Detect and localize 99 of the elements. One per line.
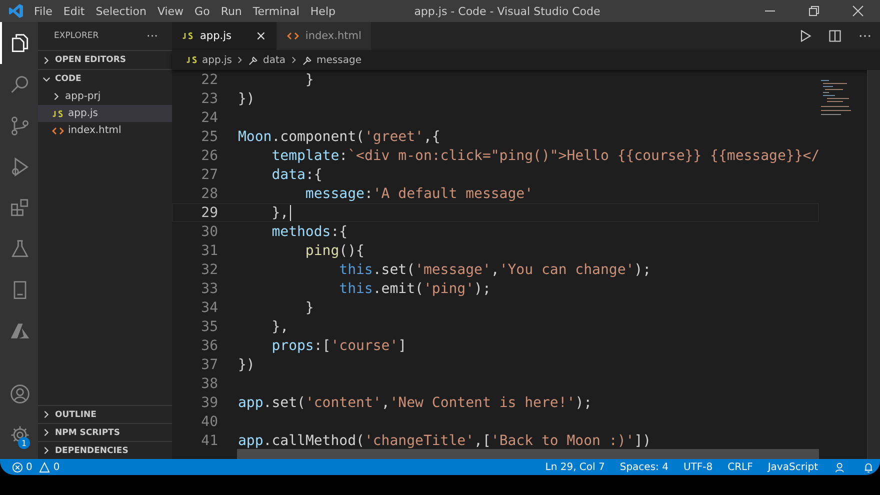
text-cursor — [290, 204, 291, 220]
line-number: 34 — [200, 300, 218, 316]
close-icon[interactable] — [852, 5, 864, 17]
code-line: } — [304, 300, 314, 316]
app-logo-icon — [8, 3, 24, 19]
status-item[interactable]: CRLF — [728, 462, 753, 472]
explorer-tree-item[interactable]: index.html — [38, 122, 172, 139]
menu-item[interactable]: File — [34, 4, 52, 18]
warning-icon[interactable] — [39, 462, 50, 472]
code-line: }, — [270, 318, 289, 334]
feedback-icon[interactable] — [835, 462, 846, 472]
branch-icon[interactable] — [9, 114, 31, 136]
line-number: 24 — [200, 110, 218, 126]
chevron-icon — [236, 56, 244, 64]
chevron-icon — [290, 56, 298, 64]
line-number: 35 — [200, 318, 218, 334]
line-number: 30 — [200, 224, 218, 240]
line-number: 41 — [200, 432, 218, 448]
line-number: 23 — [200, 90, 218, 106]
code-line: }) — [238, 356, 255, 372]
js-file-icon — [182, 32, 194, 40]
line-number: 39 — [200, 394, 218, 410]
code-line: message:'A default message' — [304, 186, 534, 202]
files-icon[interactable] — [9, 32, 31, 54]
code-line: }, — [270, 204, 289, 220]
status-item[interactable]: Spaces: 4 — [620, 462, 668, 472]
code-line: props:['course'] — [270, 338, 407, 354]
line-number: 25 — [200, 128, 218, 144]
tab-label: index.html — [305, 30, 362, 42]
menu-item[interactable]: Run — [220, 4, 242, 18]
code-file-icon — [287, 32, 300, 40]
status-item[interactable]: UTF-8 — [683, 462, 713, 472]
code-line: Moon.component('greet',{ — [238, 128, 440, 144]
status-item[interactable]: JavaScript — [768, 462, 818, 472]
code-line: this.set('message','You can change'); — [338, 262, 652, 278]
section-header[interactable]: NPM SCRIPTS — [38, 423, 172, 441]
tab-label: app.js — [200, 30, 232, 42]
flask-icon[interactable] — [9, 238, 31, 260]
code-line: }) — [238, 90, 255, 106]
menu-item[interactable]: Selection — [96, 4, 146, 18]
sidebar-title: EXPLORER — [54, 31, 99, 41]
menu-item[interactable]: Help — [310, 4, 336, 18]
js-file-icon — [186, 56, 198, 64]
line-number: 37 — [200, 356, 218, 372]
code-line: template:`<div m-on:click="ping()">Hello {{course}} {{message}}</ — [270, 148, 819, 164]
line-number: 29 — [200, 204, 218, 220]
code-line: this.emit('ping'); — [338, 280, 491, 296]
horizontal-scrollbar[interactable] — [237, 449, 819, 459]
close-tab-button[interactable]: × — [256, 28, 266, 44]
line-number: 22 — [200, 72, 218, 88]
line-number: 38 — [200, 376, 218, 392]
code-line: ping(){ — [304, 242, 364, 258]
warning-count[interactable]: 0 — [53, 462, 60, 472]
error-icon[interactable] — [12, 462, 23, 472]
editor-tab[interactable]: app.js × — [172, 22, 278, 50]
menu-item[interactable]: Terminal — [252, 4, 300, 18]
run-icon[interactable] — [798, 29, 812, 43]
section-header[interactable]: OPEN EDITORS — [38, 50, 172, 69]
search-icon[interactable] — [9, 74, 31, 96]
code-line: } — [304, 72, 314, 88]
wrench-icon — [248, 54, 259, 66]
error-count[interactable]: 0 — [26, 462, 32, 472]
menu-item[interactable]: View — [157, 4, 184, 18]
line-number: 36 — [200, 338, 218, 354]
breadcrumb-item[interactable]: message — [316, 54, 362, 66]
breadcrumb-item[interactable]: app.js — [202, 54, 232, 66]
line-number: 26 — [200, 148, 218, 164]
status-item[interactable]: Ln 29, Col 7 — [545, 462, 605, 472]
account-icon[interactable] — [9, 382, 31, 404]
editor-tab[interactable]: index.html — [277, 22, 372, 50]
code-line: app.callMethod('changeTitle',['Back to Moon :)']) — [238, 432, 652, 448]
line-number: 33 — [200, 280, 218, 296]
more-button[interactable]: ··· — [146, 29, 158, 43]
line-number: 27 — [200, 166, 218, 182]
menu-item[interactable]: Go — [194, 4, 210, 18]
bell-icon[interactable] — [863, 462, 874, 472]
restore-icon[interactable] — [808, 5, 820, 17]
code-line: data:{ — [270, 166, 322, 182]
explorer-tree-item[interactable]: app.js — [38, 105, 172, 122]
section-header[interactable]: OUTLINE — [38, 405, 172, 423]
notification-badge: 1 — [18, 437, 30, 449]
extensions-icon[interactable] — [9, 196, 31, 218]
vertical-scrollbar[interactable] — [867, 70, 880, 459]
wrench-icon — [302, 54, 313, 66]
js-file-icon — [52, 110, 64, 118]
code-line: methods:{ — [270, 224, 348, 240]
chevron-icon — [52, 92, 61, 101]
line-number: 28 — [200, 186, 218, 202]
line-number: 31 — [200, 242, 218, 258]
line-number: 32 — [200, 262, 218, 278]
breadcrumb-item[interactable]: data — [263, 54, 286, 66]
explorer-tree-item[interactable]: app-prj — [38, 88, 172, 105]
split-editor-icon[interactable] — [828, 29, 842, 43]
line-number: 40 — [200, 414, 218, 430]
section-header[interactable]: CODE — [38, 69, 172, 88]
code-line: app.set('content','New Content is here!'); — [238, 394, 592, 410]
window-title: app.js - Code - Visual Studio Code — [413, 4, 602, 18]
code-file-icon — [52, 126, 64, 134]
menu-item[interactable]: Edit — [63, 4, 85, 18]
